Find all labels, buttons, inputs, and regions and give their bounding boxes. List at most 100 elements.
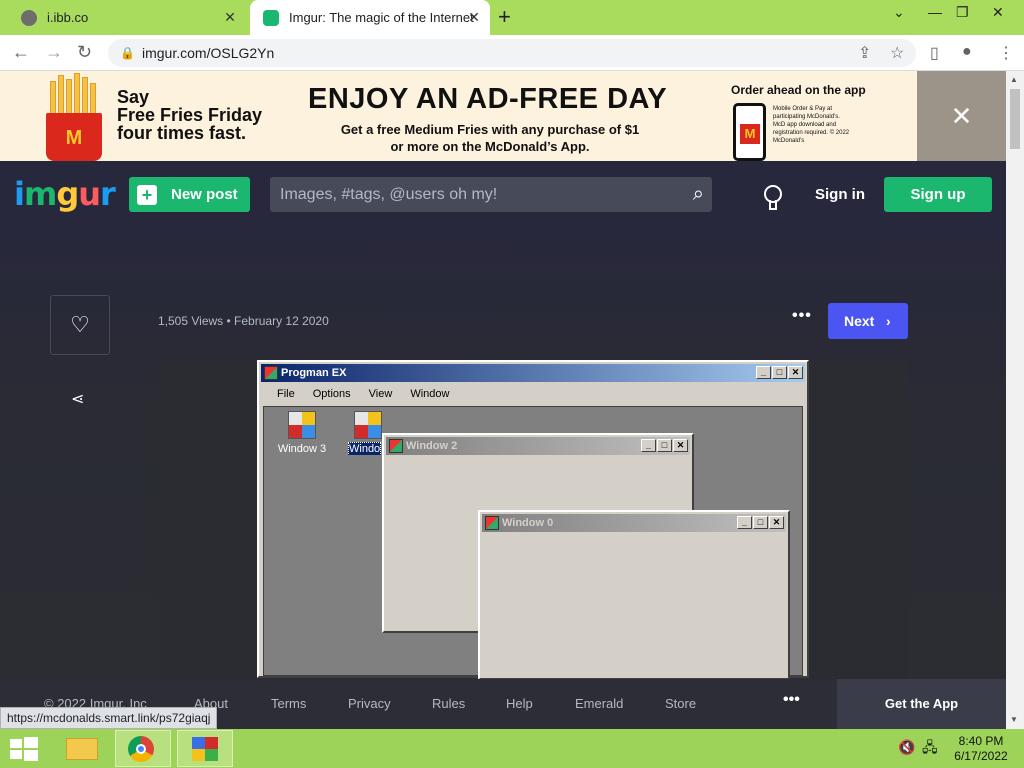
footer-link-help[interactable]: Help (506, 696, 533, 711)
imgur-header: imgur + New post Images, #tags, @users o… (0, 161, 1006, 229)
tab-ibb[interactable]: i.ibb.co ✕ (8, 0, 246, 35)
ad-say-line: four times fast. (117, 123, 247, 143)
like-button[interactable]: ♡ (50, 295, 110, 355)
mdi-area: Window 3 Windo Window 2 _ □ ✕ Window 0 _… (263, 406, 803, 680)
ad-subtext: Get a free Medium Fries with any purchas… (340, 122, 640, 154)
heart-icon: ♡ (70, 312, 90, 337)
clock[interactable]: 8:40 PM 6/17/2022 (950, 734, 1012, 764)
menu-item: Options (312, 388, 351, 400)
ad-fine-print: Mobile Order & Pay at participating McDo… (773, 106, 850, 144)
windows-start-icon[interactable] (10, 737, 38, 761)
post-date: February 12 2020 (234, 314, 329, 328)
progman-taskbar-icon[interactable] (177, 730, 233, 767)
minimize-icon: _ (756, 366, 771, 379)
imgur-favicon-icon (263, 9, 279, 26)
tab-imgur[interactable]: Imgur: The magic of the Internet ✕ (250, 0, 490, 35)
child-titlebar: Window 0 _ □ ✕ (482, 514, 786, 532)
progman-menubar: File Options View Window (261, 384, 805, 404)
sign-in-link[interactable]: Sign in (815, 186, 865, 203)
address-bar[interactable]: 🔒 imgur.com/OSLG2Yn (108, 39, 916, 67)
window-title: Window 0 (502, 517, 554, 529)
back-arrow-icon[interactable]: ← (12, 42, 30, 63)
close-icon: ✕ (769, 516, 784, 529)
ad-banner[interactable]: M Say Free Fries Friday four times fast.… (0, 71, 1006, 161)
tab-title: i.ibb.co (47, 10, 89, 25)
search-icon[interactable]: ⌕ (693, 177, 704, 212)
footer-link-emerald[interactable]: Emerald (575, 696, 623, 711)
lock-icon: 🔒 (120, 46, 135, 60)
window-title: Window 2 (406, 440, 458, 452)
globe-icon (21, 9, 37, 26)
new-tab-button[interactable]: + (498, 6, 511, 28)
forward-arrow-icon[interactable]: → (45, 42, 63, 63)
footer-more-icon[interactable]: ••• (783, 691, 800, 709)
plus-icon: + (137, 184, 157, 205)
share-icon[interactable]: ⋖ (71, 389, 84, 409)
maximize-icon: □ (753, 516, 768, 529)
menu-item: Window (410, 388, 450, 400)
reload-icon[interactable]: ↻ (77, 42, 92, 63)
next-button[interactable]: Next › (828, 303, 908, 339)
post-image-progman: Progman EX _ □ ✕ File Options View Windo… (257, 360, 809, 680)
footer-link-store[interactable]: Store (665, 696, 696, 711)
scroll-up-icon[interactable]: ▲ (1010, 75, 1018, 84)
minimize-icon[interactable]: — (928, 4, 942, 20)
child-window: Window 0 _ □ ✕ (478, 510, 790, 680)
window-title: Progman EX (281, 367, 347, 379)
bookmark-star-icon[interactable]: ☆ (890, 43, 904, 63)
file-explorer-icon[interactable] (58, 730, 114, 767)
new-post-button[interactable]: + New post (129, 177, 250, 212)
clock-date: 6/17/2022 (954, 749, 1008, 763)
app-icon (485, 516, 499, 530)
sign-up-button[interactable]: Sign up (884, 177, 992, 212)
browser-toolbar: ← → ↻ 🔒 imgur.com/OSLG2Yn ⇪ ☆ ▯ ● ⋮ (0, 35, 1024, 71)
imgur-logo[interactable]: imgur (14, 175, 116, 213)
footer-link-terms[interactable]: Terms (271, 696, 306, 711)
footer-link-privacy[interactable]: Privacy (348, 696, 391, 711)
ad-say-line: Free Fries Friday (117, 105, 263, 125)
scrollbar-thumb[interactable] (1010, 89, 1020, 149)
tab-title: Imgur: The magic of the Internet (289, 10, 474, 25)
search-input[interactable]: Images, #tags, @users oh my! ⌕ (270, 177, 712, 212)
page-scrollbar[interactable]: ▲ ▼ (1006, 71, 1024, 729)
ad-say-line: Say (117, 87, 150, 107)
post-meta: 1,505 Views • February 12 2020 (158, 314, 329, 328)
maximize-icon: □ (772, 366, 787, 379)
desktop-icon: Windo (348, 411, 382, 455)
fries-icon: M (38, 73, 108, 161)
award-icon[interactable] (764, 185, 784, 211)
ad-headline: ENJOY AN AD-FREE DAY (308, 83, 668, 115)
app-icon (389, 439, 403, 453)
chrome-icon[interactable] (115, 730, 171, 767)
restore-icon[interactable]: ❐ (956, 4, 969, 21)
close-icon: ✕ (673, 439, 688, 452)
next-label: Next (844, 313, 875, 329)
browser-tab-bar: i.ibb.co ✕ Imgur: The magic of the Inter… (0, 0, 1024, 35)
app-icon (264, 366, 278, 380)
get-the-app-button[interactable]: Get the App (837, 679, 1006, 729)
menu-item: File (277, 388, 295, 400)
tab-close-icon[interactable]: ✕ (466, 9, 482, 25)
icon-label: Window 3 (277, 443, 327, 455)
program-group-icon (354, 411, 382, 439)
child-titlebar: Window 2 _ □ ✕ (386, 437, 690, 455)
status-url-tooltip: https://mcdonalds.smart.link/ps72giaqj (0, 707, 218, 729)
tab-close-icon[interactable]: ✕ (222, 9, 238, 25)
network-icon[interactable]: 🖧 (922, 740, 938, 755)
more-options-icon[interactable]: ••• (792, 307, 812, 325)
tab-search-chevron-icon[interactable]: ⌄ (893, 4, 905, 21)
scroll-down-icon[interactable]: ▼ (1010, 715, 1018, 724)
program-group-icon (288, 411, 316, 439)
profile-avatar-icon[interactable]: ● (962, 43, 972, 61)
windows-taskbar: 🔇 🖧 8:40 PM 6/17/2022 (0, 729, 1024, 768)
side-panel-icon[interactable]: ▯ (930, 43, 939, 63)
meta-separator: • (226, 314, 235, 328)
speaker-muted-icon[interactable]: 🔇 (898, 740, 915, 755)
footer-link-rules[interactable]: Rules (432, 696, 465, 711)
minimize-icon: _ (737, 516, 752, 529)
window-close-icon[interactable]: ✕ (992, 4, 1004, 21)
kebab-menu-icon[interactable]: ⋮ (998, 43, 1014, 63)
ad-close-button[interactable]: ✕ (917, 71, 1006, 161)
share-icon[interactable]: ⇪ (858, 43, 871, 63)
mcdonalds-logo-icon: M (740, 124, 760, 144)
